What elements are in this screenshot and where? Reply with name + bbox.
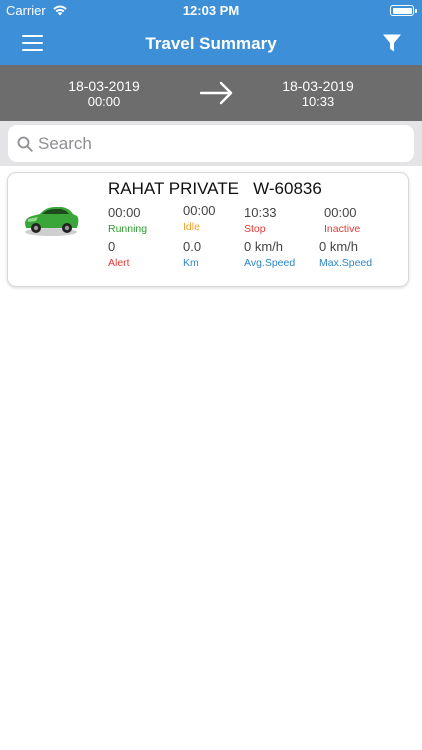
avg-speed-value: 0 km/h [244,239,284,254]
nav-bar: Travel Summary [0,22,422,65]
to-datetime[interactable]: 18-03-2019 10:33 [258,78,378,110]
page-title: Travel Summary [145,34,277,53]
max-speed-value: 0 km/h [319,239,359,254]
from-time: 00:00 [87,94,121,109]
km-value: 0.0 [183,239,202,254]
running-label: Running [108,223,148,235]
stop-label: Stop [244,223,266,235]
to-time: 10:33 [301,94,335,109]
max-speed-label: Max.Speed [319,257,373,269]
filter-icon[interactable] [382,33,402,53]
running-value: 00:00 [108,205,141,220]
alert-value: 0 [108,239,116,254]
vehicle-card[interactable]: RAHAT PRIVATE W-60836 00:00 Running 00:0… [7,172,409,287]
stat-idle: 00:00 Idle [183,203,216,233]
search-box[interactable] [8,125,414,162]
inactive-label: Inactive [324,223,361,235]
vehicle-name: RAHAT PRIVATE W-60836 [108,179,322,198]
alert-label: Alert [108,257,130,269]
idle-label: Idle [183,221,200,233]
stop-value: 10:33 [244,205,277,220]
to-date: 18-03-2019 [282,78,354,94]
status-time: 12:03 PM [182,3,240,18]
stat-alert: 0 Alert [108,239,130,269]
stat-stop: 10:33 Stop [244,205,277,235]
km-label: Km [183,257,199,269]
stat-running: 00:00 Running [108,205,147,235]
from-datetime[interactable]: 18-03-2019 00:00 [44,78,164,110]
from-date: 18-03-2019 [68,78,140,94]
idle-value: 00:00 [183,203,216,218]
search-input[interactable] [38,131,398,157]
arrow-right-icon [200,81,233,105]
status-bar: Carrier 12:03 PM [0,0,422,22]
inactive-value: 00:00 [324,205,357,220]
search-icon [17,136,33,152]
stat-avg-speed: 0 km/h Avg.Speed [244,239,295,269]
green-car-icon [25,207,79,236]
search-bar [0,121,422,166]
stat-inactive: 00:00 Inactive [324,205,360,235]
stat-max-speed: 0 km/h Max.Speed [319,239,372,269]
date-range-bar[interactable]: 18-03-2019 00:00 18-03-2019 10:33 [0,65,422,121]
stat-km: 0.0 Km [183,239,201,269]
avg-speed-label: Avg.Speed [244,257,296,269]
battery-icon [390,5,417,16]
